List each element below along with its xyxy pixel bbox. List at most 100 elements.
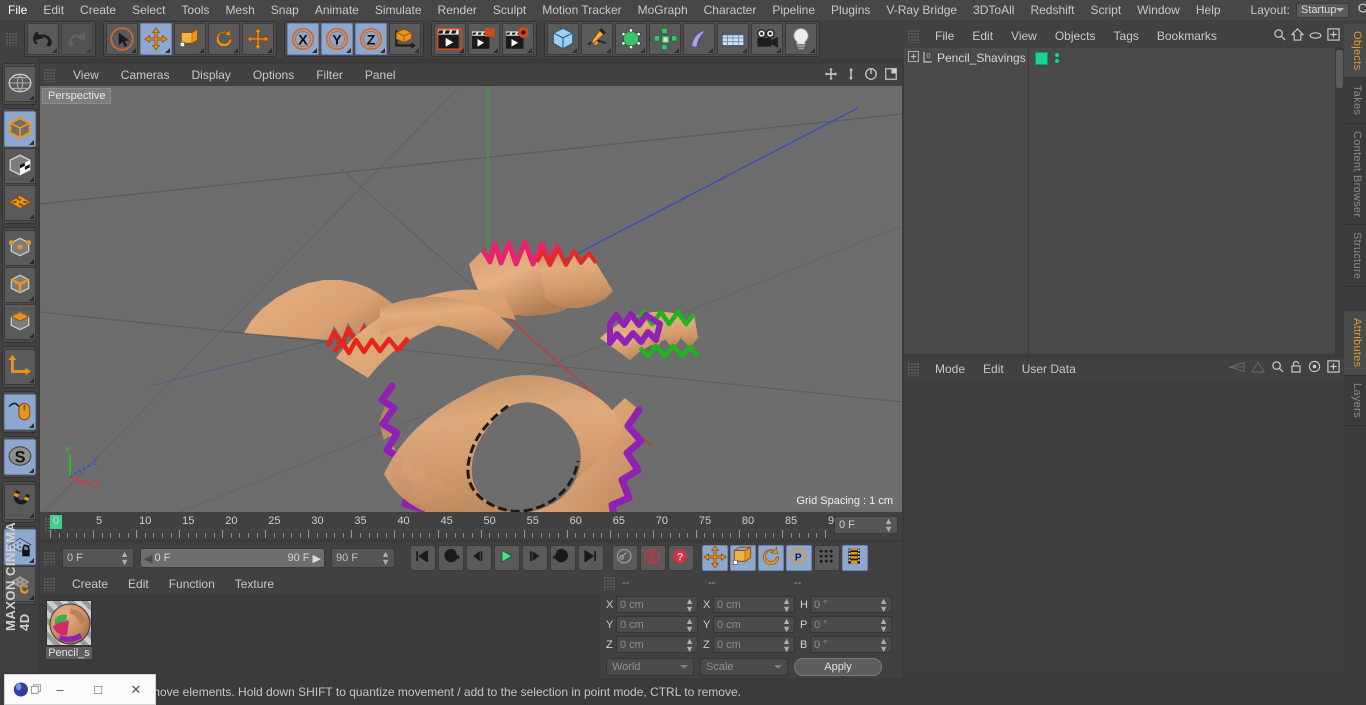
undo-button[interactable]	[27, 23, 59, 55]
points-mode-button[interactable]	[4, 230, 36, 266]
has-submenu-icon[interactable]	[572, 48, 577, 53]
objects-tree[interactable]: 0 Pencil_Shavings	[904, 48, 1344, 354]
has-submenu-icon[interactable]	[312, 48, 317, 53]
material-list[interactable]: Pencil_s	[40, 594, 600, 679]
coordinate-system-select[interactable]: World	[606, 658, 694, 676]
objects-menu-tags[interactable]: Tags	[1105, 26, 1148, 46]
stepper-icon[interactable]: ▲ ▼	[884, 517, 893, 534]
object-row-pencil-shavings[interactable]: 0 Pencil_Shavings	[904, 48, 1028, 68]
has-submenu-icon[interactable]	[29, 378, 34, 383]
material-menu-texture[interactable]: Texture	[225, 574, 284, 594]
menu-mesh[interactable]: Mesh	[217, 0, 262, 20]
has-submenu-icon[interactable]	[606, 48, 611, 53]
viewport-menu-view[interactable]: View	[62, 65, 110, 85]
timeline-toggle-button[interactable]	[842, 545, 868, 571]
has-submenu-icon[interactable]	[233, 48, 238, 53]
frame-back-button[interactable]	[466, 545, 492, 571]
panel-grip-icon[interactable]	[44, 577, 56, 591]
add-deformer-button[interactable]	[683, 23, 715, 55]
minimize-button[interactable]: –	[41, 675, 79, 705]
stepper-icon[interactable]: ▲ ▼	[879, 616, 888, 633]
has-submenu-icon[interactable]	[29, 140, 34, 145]
coord-field-pos[interactable]: 0 cm ▲ ▼	[616, 636, 698, 653]
timeline-ruler[interactable]: 051015202530354045505560657075808590 0 F…	[40, 512, 902, 540]
coord-field-size[interactable]: 0 cm ▲ ▼	[713, 616, 795, 633]
enable-snapping-button[interactable]	[4, 394, 36, 430]
has-submenu-icon[interactable]	[131, 48, 136, 53]
coord-field-pos[interactable]: 0 cm ▲ ▼	[616, 616, 698, 633]
has-submenu-icon[interactable]	[414, 48, 419, 53]
polygons-mode-button[interactable]	[4, 304, 36, 340]
coord-field-rot[interactable]: 0 ° ▲ ▼	[810, 636, 892, 653]
menu-select[interactable]: Select	[124, 0, 173, 20]
render-picture-viewer-button[interactable]	[468, 23, 500, 55]
move-button[interactable]	[140, 23, 172, 55]
panel-grip-icon[interactable]	[6, 32, 18, 46]
layout-select[interactable]: Startup	[1295, 2, 1350, 18]
menu-plugins[interactable]: Plugins	[823, 0, 878, 20]
frame-forward-button[interactable]	[522, 545, 548, 571]
has-submenu-icon[interactable]	[165, 48, 170, 53]
menu-snap[interactable]: Snap	[263, 0, 307, 20]
menu-create[interactable]: Create	[72, 0, 124, 20]
back-history-icon[interactable]	[1227, 361, 1245, 376]
vtab-objects[interactable]: Objects	[1344, 24, 1366, 79]
objects-scrollbar[interactable]	[1335, 48, 1344, 354]
current-frame-field[interactable]: 0 F ▲ ▼	[62, 548, 134, 568]
objects-menu-edit[interactable]: Edit	[963, 26, 1002, 46]
link-icon[interactable]	[1309, 29, 1322, 43]
add-icon[interactable]	[1327, 360, 1340, 376]
menu-mograph[interactable]: MoGraph	[630, 0, 696, 20]
panel-grip-icon[interactable]	[908, 29, 920, 43]
home-icon[interactable]	[1290, 28, 1305, 44]
play-button[interactable]	[494, 545, 520, 571]
menu-sculpt[interactable]: Sculpt	[485, 0, 534, 20]
stepper-icon[interactable]: ▲ ▼	[879, 596, 888, 613]
menu-edit[interactable]: Edit	[35, 0, 72, 20]
menu-animate[interactable]: Animate	[307, 0, 367, 20]
viewport-menu-cameras[interactable]: Cameras	[110, 65, 181, 85]
stepper-icon[interactable]: ▲ ▼	[782, 596, 791, 613]
has-submenu-icon[interactable]	[52, 48, 57, 53]
has-submenu-icon[interactable]	[86, 48, 91, 53]
render-settings-button[interactable]	[502, 23, 534, 55]
menu-character[interactable]: Character	[696, 0, 765, 20]
material-item[interactable]: Pencil_s	[46, 600, 92, 659]
lock-z-button[interactable]: Z	[355, 23, 387, 55]
rotation-key-button[interactable]	[758, 545, 784, 571]
stepper-icon[interactable]: ▲ ▼	[685, 616, 694, 633]
has-submenu-icon[interactable]	[380, 48, 385, 53]
has-submenu-icon[interactable]	[29, 333, 34, 338]
soft-selection-button[interactable]: S	[4, 439, 36, 475]
go-to-start-button[interactable]	[410, 545, 436, 571]
search-icon[interactable]	[1273, 28, 1286, 44]
range-right-arrow-icon[interactable]: ▶	[313, 552, 321, 565]
viewport-menu-filter[interactable]: Filter	[305, 65, 354, 85]
objects-menu-view[interactable]: View	[1002, 26, 1046, 46]
add-layer-icon[interactable]	[1327, 28, 1340, 44]
edges-mode-button[interactable]	[4, 267, 36, 303]
vtab-attributes[interactable]: Attributes	[1344, 311, 1366, 376]
has-submenu-icon[interactable]	[29, 177, 34, 182]
stepper-icon[interactable]: ▲ ▼	[381, 550, 390, 567]
coord-field-rot[interactable]: 0 ° ▲ ▼	[810, 596, 892, 613]
rotate-button[interactable]	[208, 23, 240, 55]
timeline-frame-field[interactable]: 0 F ▲ ▼	[834, 516, 898, 534]
material-menu-edit[interactable]: Edit	[118, 574, 159, 594]
close-button[interactable]: ✕	[117, 675, 155, 705]
lock-x-button[interactable]: X	[287, 23, 319, 55]
has-submenu-icon[interactable]	[674, 48, 679, 53]
forward-history-icon[interactable]	[1250, 360, 1266, 376]
point-level-animation-button[interactable]	[814, 545, 840, 571]
go-to-end-button[interactable]	[578, 545, 604, 571]
objects-menu-objects[interactable]: Objects	[1046, 26, 1105, 46]
model-mode-button[interactable]	[4, 111, 36, 147]
attributes-content[interactable]	[904, 380, 1344, 673]
record-active-objects-button[interactable]	[612, 545, 638, 571]
coordinate-mode-select[interactable]: Scale	[700, 658, 788, 676]
material-menu-function[interactable]: Function	[159, 574, 225, 594]
menu-motion-tracker[interactable]: Motion Tracker	[534, 0, 629, 20]
make-editable-button[interactable]	[4, 66, 36, 102]
menu-file[interactable]: File	[0, 0, 35, 20]
maximize-view-icon[interactable]	[884, 67, 898, 84]
